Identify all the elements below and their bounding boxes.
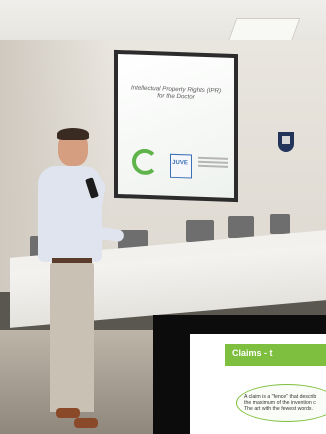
projector-screen: Intellectual Property Rights (IPR) for t… <box>118 53 234 199</box>
university-shield-icon <box>278 132 294 152</box>
projected-slide-title: Intellectual Property Rights (IPR) for t… <box>130 84 222 101</box>
speech-bubble-text: A claim is a "fence" that describ the ma… <box>244 394 326 413</box>
presenter-belt <box>52 258 92 263</box>
chair <box>186 220 214 242</box>
chair <box>270 214 290 234</box>
slide-footer-lines <box>198 156 228 168</box>
photo-scene: Intellectual Property Rights (IPR) for t… <box>0 0 326 434</box>
inset-slide-title: Claims - t <box>232 348 273 358</box>
green-logo-icon <box>132 148 158 176</box>
chair <box>228 216 254 238</box>
ceiling-light <box>227 18 301 42</box>
shoe <box>56 408 80 418</box>
bubble-line: The art with the fewest words. <box>244 406 313 413</box>
presenter-trousers <box>50 262 94 412</box>
presenter-hair <box>57 128 89 140</box>
shoe <box>74 418 98 428</box>
juve-logo-text: JUVE <box>172 159 188 167</box>
